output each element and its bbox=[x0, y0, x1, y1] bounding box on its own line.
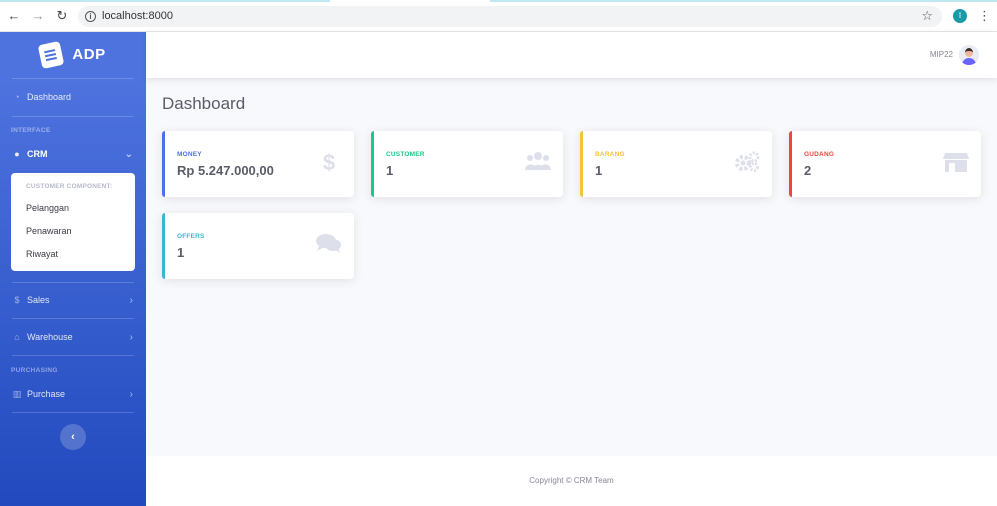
browser-menu-icon[interactable]: ⋮ bbox=[978, 8, 991, 24]
submenu-item-penawaran[interactable]: Penawaran bbox=[26, 226, 72, 236]
card-accent bbox=[371, 131, 374, 197]
profile-avatar-icon[interactable]: I bbox=[953, 9, 967, 23]
card-label: MONEY bbox=[177, 151, 202, 158]
submenu-header: CUSTOMER COMPONENT: bbox=[26, 183, 113, 190]
card-accent bbox=[162, 213, 165, 279]
card-accent bbox=[580, 131, 583, 197]
sidebar-item-label: Dashboard bbox=[27, 92, 72, 102]
sidebar-item-dashboard[interactable]: ◔ Dashboard bbox=[0, 88, 146, 106]
sidebar-divider bbox=[12, 116, 134, 117]
dollar-icon: $ bbox=[14, 295, 20, 305]
tab-strip-accent bbox=[490, 0, 997, 2]
card-accent bbox=[162, 131, 165, 197]
chevron-right-icon: › bbox=[129, 331, 133, 343]
back-arrow-icon[interactable]: ← bbox=[7, 8, 21, 24]
copyright-text: Copyright © CRM Team bbox=[529, 476, 614, 485]
sidebar-item-label: Sales bbox=[27, 295, 50, 305]
sidebar-item-warehouse[interactable]: ⌂ Warehouse › bbox=[0, 328, 146, 346]
card-value: 1 bbox=[386, 163, 394, 178]
address-bar[interactable]: i localhost:8000 ☆ bbox=[78, 6, 942, 27]
sidebar-divider bbox=[12, 282, 134, 283]
card-offers: OFFERS 1 bbox=[162, 213, 354, 279]
tachometer-icon: ◔ bbox=[14, 92, 20, 102]
card-value: 1 bbox=[595, 163, 603, 178]
submenu-item-pelanggan[interactable]: Pelanggan bbox=[26, 203, 69, 213]
warehouse-icon: ⌂ bbox=[14, 332, 20, 342]
card-label: BARANG bbox=[595, 151, 625, 158]
dollar-icon: $ bbox=[322, 150, 336, 175]
chevron-right-icon: › bbox=[129, 388, 133, 400]
sidebar-item-label: Warehouse bbox=[27, 332, 73, 342]
sidebar-divider bbox=[12, 355, 134, 356]
sidebar-divider bbox=[12, 78, 134, 79]
sidebar-heading-purchasing: PURCHASING bbox=[11, 367, 58, 374]
chart-bar-icon: ▥ bbox=[12, 388, 22, 399]
sidebar-item-crm[interactable]: ● CRM ⌄ bbox=[0, 145, 146, 163]
sidebar-divider bbox=[12, 318, 134, 319]
card-value: Rp 5.247.000,00 bbox=[177, 163, 274, 178]
sidebar-toggle-button[interactable]: ‹ bbox=[60, 424, 86, 450]
sidebar-divider bbox=[12, 412, 134, 413]
crm-submenu: CUSTOMER COMPONENT: Pelanggan Penawaran … bbox=[11, 173, 135, 271]
avatar-head bbox=[965, 48, 973, 57]
sidebar-heading-interface: INTERFACE bbox=[11, 127, 51, 134]
user-name[interactable]: MIP22 bbox=[930, 50, 953, 59]
card-accent bbox=[789, 131, 792, 197]
brand-logo-icon bbox=[38, 40, 65, 69]
site-info-icon[interactable]: i bbox=[85, 11, 96, 22]
card-money: MONEY Rp 5.247.000,00 $ bbox=[162, 131, 354, 197]
sidebar-item-sales[interactable]: $ Sales › bbox=[0, 291, 146, 309]
user-avatar[interactable] bbox=[959, 45, 979, 65]
sidebar-item-label: Purchase bbox=[27, 389, 66, 399]
topbar: MIP22 bbox=[146, 32, 997, 78]
card-label: GUDANG bbox=[804, 151, 835, 158]
card-value: 1 bbox=[177, 245, 185, 260]
store-icon bbox=[943, 151, 969, 175]
card-value: 2 bbox=[804, 163, 812, 178]
page-title: Dashboard bbox=[162, 94, 246, 113]
chevron-down-icon: ⌄ bbox=[124, 148, 133, 160]
brand-name: ADP bbox=[72, 46, 106, 63]
comments-icon bbox=[316, 233, 342, 257]
sidebar: ADP ◔ Dashboard INTERFACE ● CRM ⌄ CUSTOM… bbox=[0, 32, 146, 506]
card-label: OFFERS bbox=[177, 233, 205, 240]
reload-icon[interactable]: ↻ bbox=[55, 8, 69, 24]
card-label: CUSTOMER bbox=[386, 151, 425, 158]
bookmark-star-icon[interactable]: ☆ bbox=[921, 8, 933, 24]
forward-arrow-icon[interactable]: → bbox=[31, 8, 45, 24]
card-gudang: GUDANG 2 bbox=[789, 131, 981, 197]
sidebar-brand[interactable]: ADP bbox=[0, 32, 146, 77]
cogs-icon bbox=[734, 151, 760, 175]
sidebar-item-purchase[interactable]: ▥ Purchase › bbox=[0, 385, 146, 403]
sidebar-item-label: CRM bbox=[27, 149, 48, 159]
users-icon bbox=[525, 151, 551, 175]
browser-toolbar: ← → ↻ i localhost:8000 ☆ I ⋮ bbox=[0, 0, 997, 32]
users-icon: ● bbox=[14, 149, 20, 159]
footer: Copyright © CRM Team bbox=[146, 456, 997, 506]
card-barang: BARANG 1 bbox=[580, 131, 772, 197]
card-customer: CUSTOMER 1 bbox=[371, 131, 563, 197]
url-text[interactable]: localhost:8000 bbox=[102, 10, 173, 22]
avatar-body bbox=[962, 58, 976, 65]
tab-strip-accent bbox=[0, 0, 330, 2]
submenu-item-riwayat[interactable]: Riwayat bbox=[26, 249, 58, 259]
chevron-right-icon: › bbox=[129, 294, 133, 306]
